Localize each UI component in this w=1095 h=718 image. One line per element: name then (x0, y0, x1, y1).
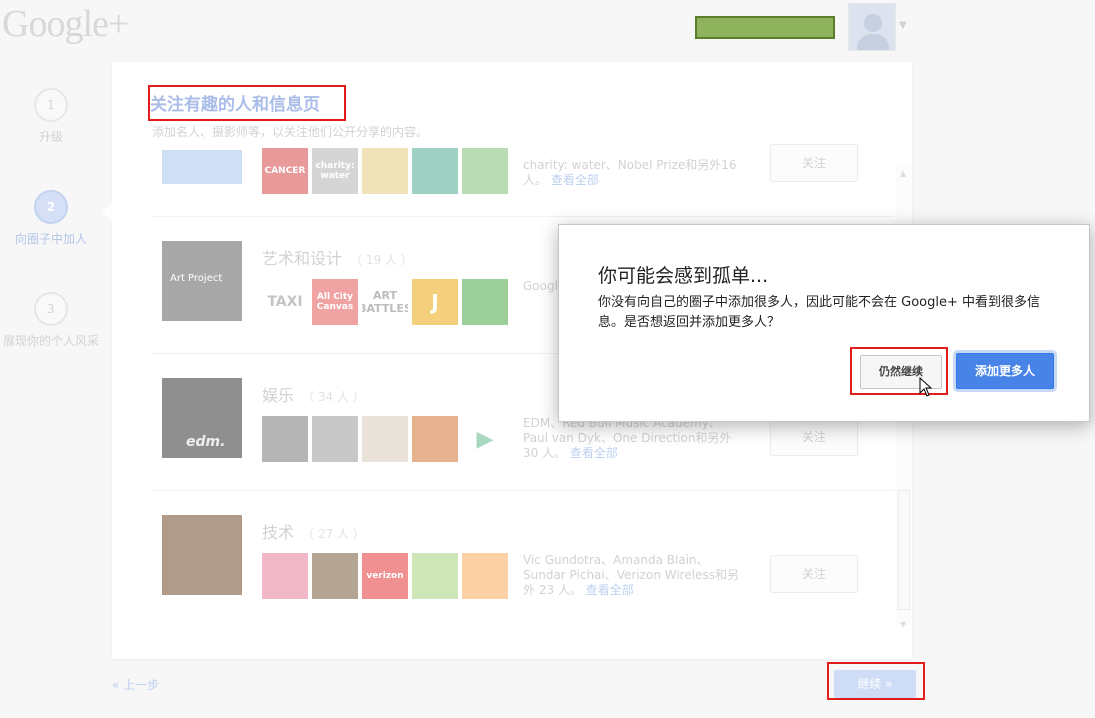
avatar-body (857, 34, 889, 50)
thumb[interactable] (412, 416, 458, 462)
thumbs: CANCER charity: water (262, 148, 508, 194)
avatar[interactable] (848, 3, 896, 51)
continue-button[interactable]: 继续 » (834, 670, 916, 698)
thumbs: verizon (262, 553, 508, 599)
category-description: EDM、Red Bull Music Academy、Paul van Dyk、… (523, 416, 743, 461)
category-count: （ 34 人 ） (302, 390, 365, 404)
thumb[interactable] (262, 416, 308, 462)
category-title: 娱乐 （ 34 人 ） (262, 382, 365, 406)
category-row-tech: 技术 （ 27 人 ） verizon Vic Gundotra、Amanda B… (152, 490, 894, 628)
mouse-cursor-icon (919, 377, 933, 397)
thumb[interactable] (412, 148, 458, 194)
thumb[interactable]: ART BATTLES (362, 279, 408, 325)
step-2-number: 2 (34, 190, 68, 224)
thumb[interactable] (312, 553, 358, 599)
category-picture: edm. (162, 378, 242, 458)
see-all-link[interactable]: 查看全部 (551, 173, 599, 187)
thumb[interactable] (362, 416, 408, 462)
thumb[interactable] (262, 553, 308, 599)
category-picture (162, 150, 242, 184)
scrollbar-thumb[interactable] (898, 490, 910, 610)
step-3: 3 展现你的个人风采 (2, 292, 100, 349)
category-count: （ 19 人 ） (350, 253, 413, 267)
follow-button[interactable]: 关注 (770, 144, 858, 182)
thumb[interactable]: CANCER (262, 148, 308, 194)
step-3-number: 3 (34, 292, 68, 326)
step-2-label: 向圈子中加人 (14, 232, 87, 246)
thumbs: TAXI All City Canvas ART BATTLES J (262, 279, 508, 325)
follow-button[interactable]: 关注 (770, 555, 858, 593)
description-text: EDM、Red Bull Music Academy、Paul van Dyk、… (523, 416, 732, 460)
see-all-link[interactable]: 查看全部 (570, 446, 618, 460)
category-picture-label: edm. (186, 434, 226, 450)
scroll-down-icon[interactable]: ▼ (900, 620, 906, 629)
see-all-link[interactable]: 查看全部 (586, 583, 634, 597)
page-subtitle: 添加名人、摄影师等，以关注他们公开分享的内容。 (152, 125, 429, 139)
category-picture (162, 515, 242, 595)
category-name: 艺术和设计 (262, 249, 343, 268)
thumb[interactable] (462, 148, 508, 194)
thumb[interactable] (412, 553, 458, 599)
thumb[interactable]: charity: water (312, 148, 358, 194)
step-1-number: 1 (34, 88, 68, 122)
step-1-label: 升级 (38, 130, 63, 144)
profile-name-redacted[interactable] (695, 16, 835, 39)
category-picture: Art Project (162, 241, 242, 321)
thumb[interactable] (462, 553, 508, 599)
thumb[interactable] (362, 148, 408, 194)
thumb[interactable]: verizon (362, 553, 408, 599)
previous-step-link[interactable]: « 上一步 (112, 676, 159, 693)
thumb[interactable] (312, 416, 358, 462)
lonely-warning-dialog: 你可能会感到孤单... 你没有向自己的圈子中添加很多人，因此可能不会在 Goog… (558, 224, 1090, 422)
chevron-down-icon[interactable]: ▼ (899, 20, 907, 31)
dialog-message: 你没有向自己的圈子中添加很多人，因此可能不会在 Google+ 中看到很多信息。… (598, 295, 1041, 330)
thumb[interactable]: All City Canvas (312, 279, 358, 325)
thumbs: ▶ (262, 416, 508, 462)
add-more-people-button[interactable]: 添加更多人 (956, 353, 1054, 389)
thumb[interactable]: ▶ (462, 416, 508, 462)
google-plus-logo: Google+ (2, 3, 129, 45)
category-row: CANCER charity: water charity: water、Nob… (152, 140, 894, 216)
step-3-label: 展现你的个人风采 (2, 334, 99, 348)
category-name: 娱乐 (262, 386, 295, 405)
category-title: 技术 （ 27 人 ） (262, 519, 365, 543)
thumb[interactable] (462, 279, 508, 325)
thumb[interactable]: TAXI (262, 279, 308, 325)
category-name: 技术 (262, 523, 295, 542)
scroll-up-icon[interactable]: ▲ (900, 169, 906, 178)
thumb[interactable]: J (412, 279, 458, 325)
step-1: 1 升级 (22, 88, 80, 145)
avatar-head (864, 14, 882, 32)
category-count: （ 27 人 ） (302, 527, 365, 541)
step-2: 2 向圈子中加人 (8, 190, 94, 247)
category-title: 艺术和设计 （ 19 人 ） (262, 245, 413, 269)
dialog-title: 你可能会感到孤单... (598, 265, 769, 287)
page-title: 关注有趣的人和信息页 (150, 95, 320, 115)
category-picture-label: Art Project (170, 273, 223, 284)
follow-button[interactable]: 关注 (770, 418, 858, 456)
category-description: Vic Gundotra、Amanda Blain、Sundar Pichai、… (523, 553, 743, 598)
category-description: charity: water、Nobel Prize和另外16 人。 查看全部 (523, 158, 743, 188)
